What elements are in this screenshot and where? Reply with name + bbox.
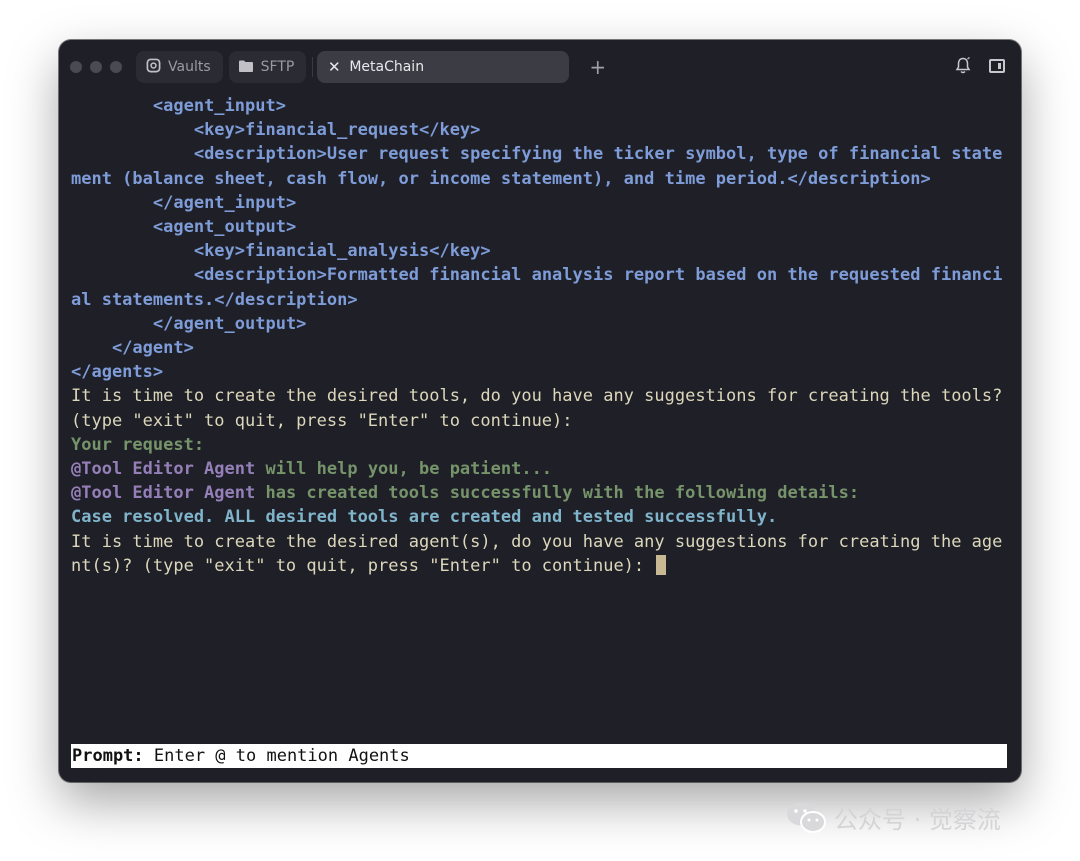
terminal-output[interactable]: <agent_input> <key>financial_request</ke… (71, 94, 1011, 578)
terminal-line: It is time to create the desired agent(s… (71, 530, 1011, 578)
terminal-text: <agent_input> (71, 96, 286, 116)
terminal-text: <key>financial_request</key> (71, 120, 481, 141)
terminal-text: </agent_output> (71, 313, 307, 334)
terminal-text: <description>Formatted financial analysi… (71, 265, 1003, 310)
terminal-text: It is time to create the desired agent(s… (71, 531, 1003, 576)
bell-icon[interactable] (955, 57, 971, 75)
terminal-text: @Tool Editor Agent (71, 459, 256, 480)
window-controls (70, 61, 122, 73)
titlebar-actions (955, 57, 1005, 75)
prompt-label: Prompt: (72, 746, 144, 766)
terminal-line: @Tool Editor Agent will help you, be pat… (71, 457, 1011, 481)
terminal-text: <description>User request specifying the… (71, 144, 1003, 189)
terminal-line: It is time to create the desired tools, … (71, 384, 1011, 432)
terminal-text: will help you, be patient... (255, 459, 553, 480)
terminal-text: @Tool Editor Agent (71, 483, 256, 504)
zoom-window-button[interactable] (110, 61, 122, 73)
prompt-placeholder: Enter @ to mention Agents (143, 746, 410, 766)
terminal-line: Your request: (71, 433, 1011, 457)
terminal-line: Case resolved. ALL desired tools are cre… (71, 505, 1011, 529)
terminal-line: </agents> (71, 360, 1011, 384)
terminal-line: </agent_output> (71, 312, 1011, 336)
tab-label: SFTP (260, 59, 295, 75)
tab-vaults[interactable]: Vaults (136, 51, 223, 83)
close-window-button[interactable] (70, 61, 82, 73)
terminal-line: <key>financial_analysis</key> (71, 239, 1011, 263)
terminal-text: <key>financial_analysis</key> (71, 241, 491, 262)
prompt-input[interactable]: Prompt: Enter @ to mention Agents (71, 744, 1007, 768)
new-tab-button[interactable]: + (589, 57, 606, 77)
terminal-line: <agent_output> (71, 215, 1011, 239)
sidebar-panel-icon[interactable] (989, 59, 1005, 73)
close-icon[interactable]: ✕ (326, 58, 342, 76)
watermark-text: 公众号 · 觉察流 (834, 806, 1001, 834)
tab-label: MetaChain (349, 59, 425, 75)
terminal-text: </agent> (71, 338, 194, 359)
terminal-window: Vaults SFTP ✕ MetaChain + <agent_input> … (59, 40, 1021, 782)
terminal-text: It is time to create the desired tools, … (71, 386, 1013, 431)
terminal-text: </agent_input> (71, 192, 297, 213)
terminal-line: </agent_input> (71, 191, 1011, 215)
terminal-text: Your request: (71, 434, 205, 455)
watermark: 公众号 · 觉察流 (786, 800, 1001, 835)
terminal-cursor (656, 554, 667, 575)
terminal-text: <agent_output> (71, 217, 297, 238)
terminal-text: Case resolved. ALL desired tools are cre… (71, 507, 778, 528)
title-bar: Vaults SFTP ✕ MetaChain + (59, 40, 1021, 94)
terminal-line: <agent_input> (71, 94, 1011, 118)
tab-separator (312, 57, 314, 77)
terminal-line: <key>financial_request</key> (71, 118, 1011, 142)
terminal-text: has created tools successfully with the … (255, 483, 860, 504)
vault-icon (145, 58, 161, 76)
tab-metachain[interactable]: ✕ MetaChain (317, 51, 570, 83)
folder-icon (238, 60, 254, 75)
tab-label: Vaults (168, 59, 211, 75)
tab-sftp[interactable]: SFTP (228, 51, 307, 83)
terminal-line: </agent> (71, 336, 1011, 360)
terminal-text: </agents> (71, 362, 164, 383)
minimize-window-button[interactable] (90, 61, 102, 73)
terminal-line: @Tool Editor Agent has created tools suc… (71, 481, 1011, 505)
wechat-logo-icon (786, 801, 826, 835)
terminal-line: <description>User request specifying the… (71, 142, 1011, 190)
terminal-line: <description>Formatted financial analysi… (71, 263, 1011, 311)
